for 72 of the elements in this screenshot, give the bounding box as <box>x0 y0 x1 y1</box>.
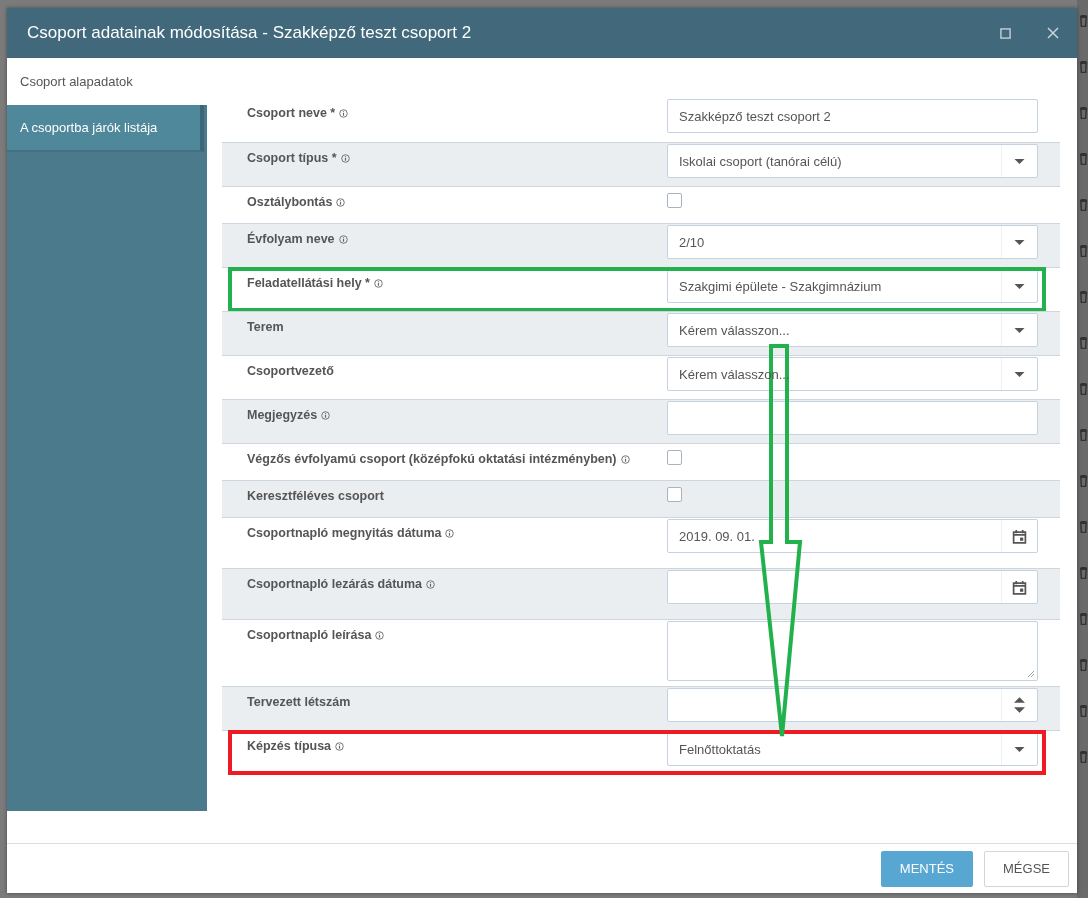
info-icon[interactable] <box>339 109 349 118</box>
info-icon[interactable] <box>426 580 436 589</box>
trash-icon[interactable] <box>1079 152 1088 166</box>
info-icon[interactable] <box>338 235 348 244</box>
maximize-icon[interactable] <box>1000 27 1011 39</box>
field-label: Feladatellátási hely * <box>247 276 370 290</box>
field-label: Csoport neve * <box>247 106 336 120</box>
field-label: Képzés típusa <box>247 739 332 753</box>
trash-icon[interactable] <box>1079 520 1088 534</box>
checkbox[interactable] <box>667 193 682 208</box>
info-icon[interactable] <box>336 198 346 207</box>
trash-icon[interactable] <box>1079 750 1088 764</box>
dropdown-field[interactable]: Szakgimi épülete - Szakgimnázium <box>667 269 1038 303</box>
cancel-button[interactable]: MÉGSE <box>984 850 1069 887</box>
field-label: Végzős évfolyamú csoport (középfokú oktatási intézményben) <box>247 452 617 466</box>
info-icon[interactable] <box>445 529 455 538</box>
field-label: Osztálybontás <box>247 195 333 209</box>
dropdown-field[interactable]: Kérem válasszon... <box>667 313 1038 347</box>
checkbox[interactable] <box>667 487 682 502</box>
trash-icon[interactable] <box>1079 336 1088 350</box>
dropdown-field[interactable]: Felnőttoktatás <box>667 732 1038 766</box>
field-label: Keresztféléves csoport <box>247 489 384 503</box>
info-icon[interactable] <box>620 455 630 464</box>
field-label: Terem <box>247 320 284 334</box>
calendar-icon[interactable] <box>1012 528 1027 544</box>
trash-icon[interactable] <box>1079 198 1088 212</box>
calendar-icon[interactable] <box>1012 579 1027 595</box>
trash-icon[interactable] <box>1079 658 1088 672</box>
field-label: Csoportnapló leírása <box>247 628 372 642</box>
checkbox[interactable] <box>667 450 682 465</box>
caret-icon <box>1014 746 1025 752</box>
trash-icon[interactable] <box>1079 106 1088 120</box>
field-label: Évfolyam neve <box>247 232 335 246</box>
resize-grip-icon[interactable] <box>1027 670 1035 678</box>
text-area[interactable] <box>667 621 1038 681</box>
caret-icon <box>1014 371 1025 377</box>
caret-icon <box>1014 283 1025 289</box>
field-label: Csoportnapló megnyitás dátuma <box>247 526 442 540</box>
field-label: Csoportvezető <box>247 364 334 378</box>
caret-icon <box>1014 239 1025 245</box>
trash-icon[interactable] <box>1079 474 1088 488</box>
date-field[interactable] <box>667 570 1038 604</box>
trash-icon[interactable] <box>1079 612 1088 626</box>
close-icon[interactable] <box>1047 27 1059 39</box>
info-icon[interactable] <box>321 411 331 420</box>
info-icon[interactable] <box>374 279 383 288</box>
trash-icon[interactable] <box>1079 428 1088 442</box>
date-field[interactable]: 2019. 09. 01. <box>667 519 1038 553</box>
dropdown-field[interactable]: 2/10 <box>667 225 1038 259</box>
text-field[interactable] <box>667 401 1038 435</box>
info-icon[interactable] <box>375 631 385 640</box>
info-icon[interactable] <box>335 742 345 751</box>
field-label: Csoport típus * <box>247 151 337 165</box>
field-label: Tervezett létszám <box>247 695 351 709</box>
trash-icon[interactable] <box>1079 566 1088 580</box>
trash-icon[interactable] <box>1079 14 1088 28</box>
field-label: Csoportnapló lezárás dátuma <box>247 577 423 591</box>
window-title: Csoport adatainak módosítása - Szakképző teszt csoport 2 <box>27 23 473 43</box>
field-label: Megjegyzés <box>247 408 318 422</box>
trash-icon[interactable] <box>1079 382 1088 396</box>
trash-icon[interactable] <box>1079 60 1088 74</box>
trash-icon[interactable] <box>1079 704 1088 718</box>
trash-icon[interactable] <box>1079 244 1088 258</box>
caret-icon <box>1014 327 1025 333</box>
trash-icon[interactable] <box>1079 290 1088 304</box>
info-icon[interactable] <box>340 154 350 163</box>
caret-icon <box>1014 158 1025 164</box>
sidebar-tab[interactable]: A csoportba járók listája <box>7 105 204 152</box>
dropdown-field[interactable]: Iskolai csoport (tanórai célú) <box>667 144 1038 178</box>
number-field[interactable] <box>667 688 1038 722</box>
spinner-arrows-icon[interactable] <box>1014 697 1025 713</box>
text-field[interactable]: Szakképző teszt csoport 2 <box>667 99 1038 133</box>
